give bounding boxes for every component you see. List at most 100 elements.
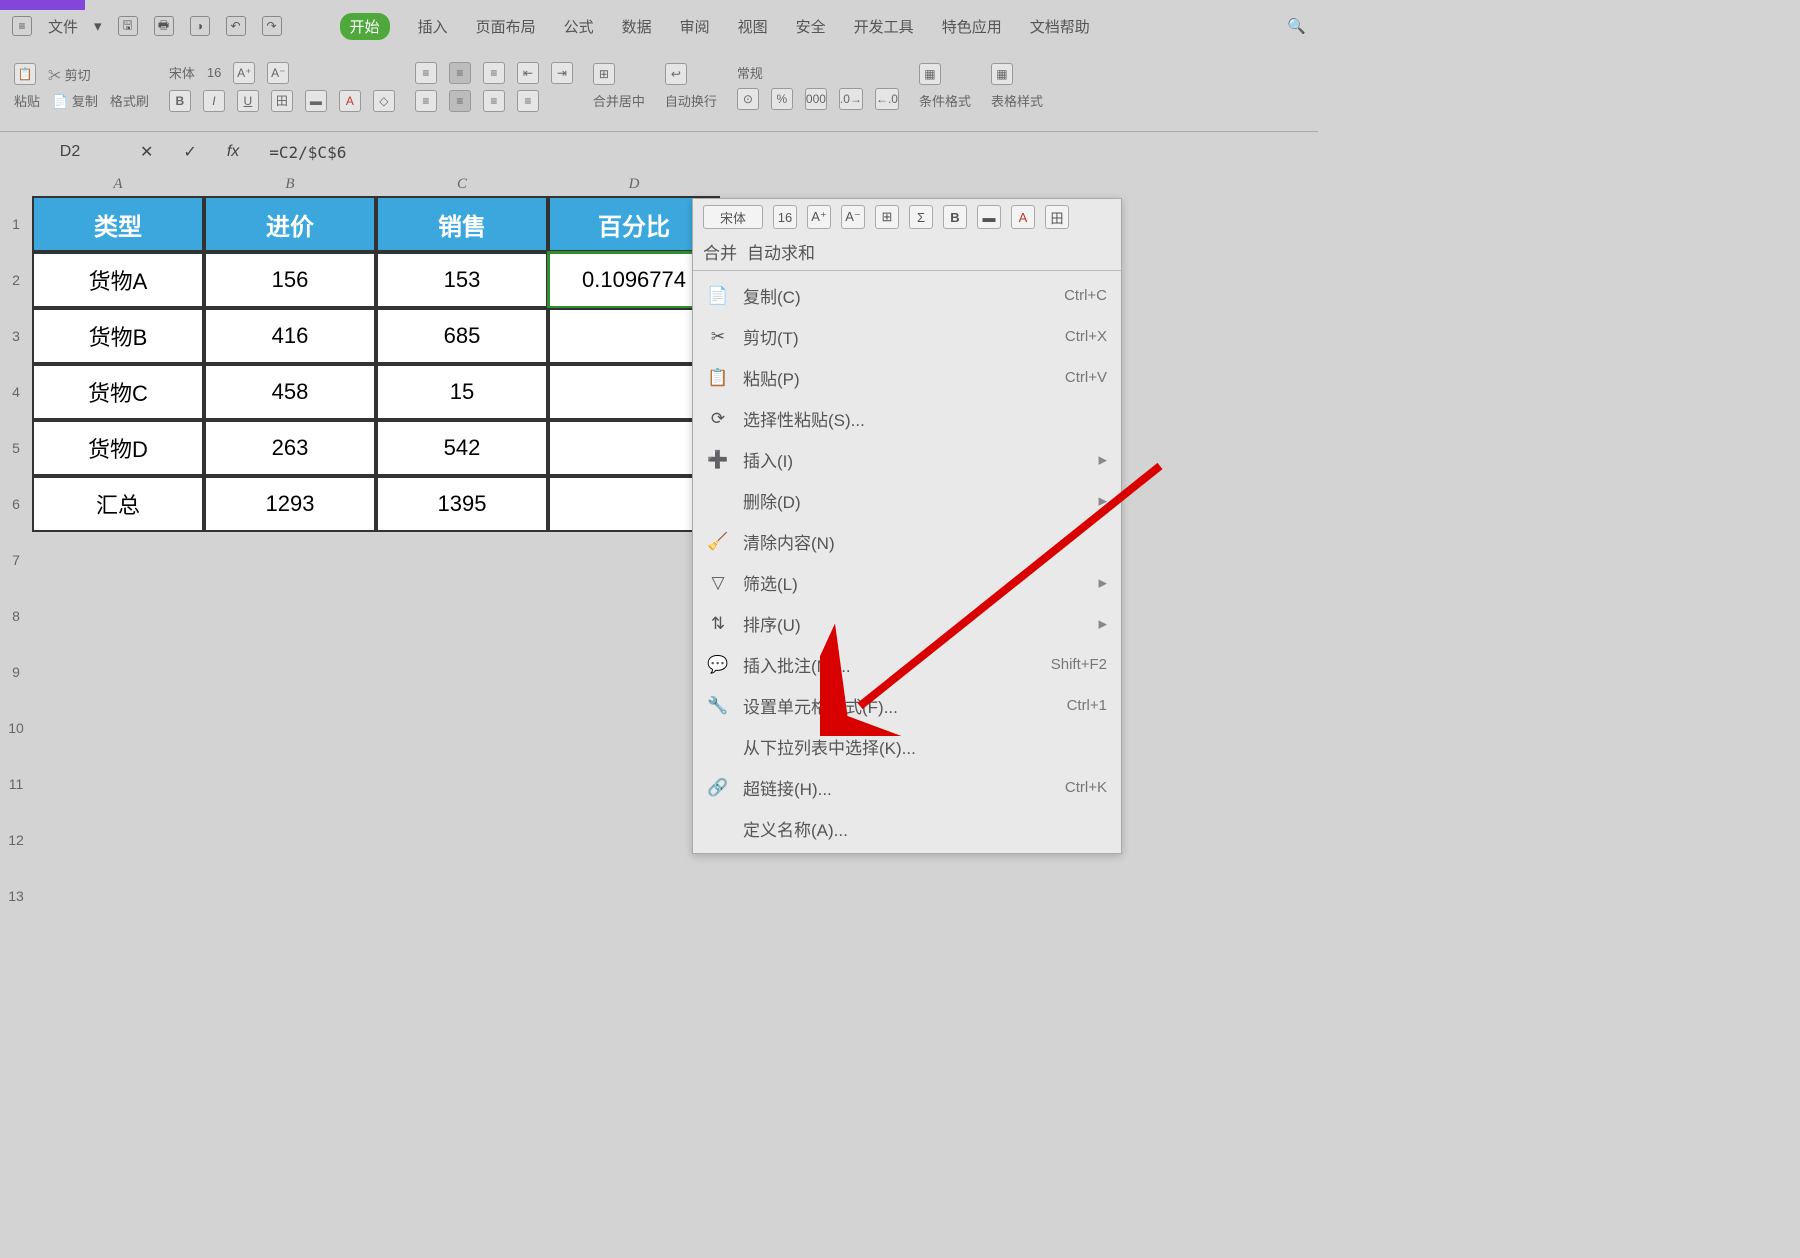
ctx-paste[interactable]: 📋粘贴(P)Ctrl+V (693, 357, 1121, 398)
row-header-8[interactable]: 8 (0, 588, 32, 644)
cell-C2[interactable]: 153 (376, 252, 548, 308)
ctx-sort[interactable]: ⇅排序(U)▸ (693, 603, 1121, 644)
align-top-icon[interactable]: ≡ (415, 62, 437, 84)
ctx-clear[interactable]: 🧹清除内容(N) (693, 521, 1121, 562)
numfmt-general[interactable]: 常规 (737, 63, 763, 82)
percent-icon[interactable]: % (771, 88, 793, 110)
cell-A4[interactable]: 货物C (32, 364, 204, 420)
ctx-filter[interactable]: ▽筛选(L)▸ (693, 562, 1121, 603)
row-header-7[interactable]: 7 (0, 532, 32, 588)
cell-B2[interactable]: 156 (204, 252, 376, 308)
mini-font-dec-icon[interactable]: A⁻ (841, 205, 865, 229)
condfmt-icon[interactable]: ▦ (919, 63, 941, 85)
merge-label[interactable]: 合并居中 (593, 91, 645, 110)
dec-dec-icon[interactable]: ←.0 (875, 88, 899, 110)
cell-C3[interactable]: 685 (376, 308, 548, 364)
row-header-12[interactable]: 12 (0, 812, 32, 868)
font-dec-icon[interactable]: A⁻ (267, 62, 289, 84)
cell-A3[interactable]: 货物B (32, 308, 204, 364)
tab-safe[interactable]: 安全 (796, 16, 826, 37)
cell-A2[interactable]: 货物A (32, 252, 204, 308)
tab-dev[interactable]: 开发工具 (854, 16, 914, 37)
qat-preview-icon[interactable]: ◑ (190, 16, 210, 36)
cell-C4[interactable]: 15 (376, 364, 548, 420)
comma-icon[interactable]: 000 (805, 88, 827, 110)
col-header-C[interactable]: C (376, 172, 548, 196)
ctx-hyperlink[interactable]: 🔗超链接(H)...Ctrl+K (693, 767, 1121, 808)
ctx-paste-special[interactable]: ⟳选择性粘贴(S)... (693, 398, 1121, 439)
mini-merge-label[interactable]: 合并 (703, 239, 737, 264)
currency-icon[interactable]: ⊙ (737, 88, 759, 110)
paste-label[interactable]: 粘贴 (14, 91, 40, 110)
ctx-cut[interactable]: ✂剪切(T)Ctrl+X (693, 316, 1121, 357)
fx-confirm-icon[interactable]: ✓ (183, 142, 196, 162)
condfmt-label[interactable]: 条件格式 (919, 91, 971, 110)
mini-fill-icon[interactable]: ▬ (977, 205, 1001, 229)
tab-insert[interactable]: 插入 (418, 16, 448, 37)
ctx-delete[interactable]: 删除(D)▸ (693, 480, 1121, 521)
row-header-3[interactable]: 3 (0, 308, 32, 364)
fx-icon[interactable]: fx (227, 143, 239, 161)
mini-font-inc-icon[interactable]: A⁺ (807, 205, 831, 229)
cell-B5[interactable]: 263 (204, 420, 376, 476)
menu-file[interactable]: 文件 (48, 16, 78, 37)
col-header-B[interactable]: B (204, 172, 376, 196)
mini-fontcolor-icon[interactable]: A (1011, 205, 1035, 229)
menu-icon[interactable]: ≡ (12, 16, 32, 36)
fill-color-button[interactable]: ▬ (305, 90, 327, 112)
row-header-6[interactable]: 6 (0, 476, 32, 532)
border-button[interactable]: 田 (271, 90, 293, 112)
wrap-icon[interactable]: ↩ (665, 63, 687, 85)
copy-label[interactable]: 📄 复制 (52, 91, 98, 110)
mini-size[interactable]: 16 (773, 205, 797, 229)
indent-inc-icon[interactable]: ⇥ (551, 62, 573, 84)
font-name[interactable]: 宋体 (169, 63, 195, 82)
cell-C6[interactable]: 1395 (376, 476, 548, 532)
qat-print-icon[interactable]: 🖶 (154, 16, 174, 36)
fx-cancel-icon[interactable]: ✕ (140, 142, 153, 162)
col-header-A[interactable]: A (32, 172, 204, 196)
merge-icon[interactable]: ⊞ (593, 63, 615, 85)
cell-A1[interactable]: 类型 (32, 196, 204, 252)
row-header-11[interactable]: 11 (0, 756, 32, 812)
indent-dec-icon[interactable]: ⇤ (517, 62, 539, 84)
tab-review[interactable]: 审阅 (680, 16, 710, 37)
qat-redo-icon[interactable]: ↷ (262, 16, 282, 36)
underline-button[interactable]: U (237, 90, 259, 112)
align-center-icon[interactable]: ≡ (449, 90, 471, 112)
wrap-label[interactable]: 自动换行 (665, 91, 717, 110)
ctx-format-cells[interactable]: 🔧设置单元格格式(F)...Ctrl+1 (693, 685, 1121, 726)
tab-formula[interactable]: 公式 (564, 16, 594, 37)
row-header-10[interactable]: 10 (0, 700, 32, 756)
cell-A6[interactable]: 汇总 (32, 476, 204, 532)
tab-help[interactable]: 文档帮助 (1030, 16, 1090, 37)
cell-B1[interactable]: 进价 (204, 196, 376, 252)
search-icon[interactable]: 🔍 (1287, 17, 1306, 35)
clear-fmt-button[interactable]: ◇ (373, 90, 395, 112)
cell-C1[interactable]: 销售 (376, 196, 548, 252)
mini-font[interactable]: 宋体 (703, 205, 763, 229)
formula-input[interactable]: =C2/$C$6 (269, 143, 346, 162)
ctx-copy[interactable]: 📄复制(C)Ctrl+C (693, 275, 1121, 316)
align-bot-icon[interactable]: ≡ (483, 62, 505, 84)
font-color-button[interactable]: A (339, 90, 361, 112)
menu-file-dropdown-icon[interactable]: ▾ (94, 17, 102, 35)
tab-start[interactable]: 开始 (340, 13, 390, 40)
align-right-icon[interactable]: ≡ (483, 90, 505, 112)
cell-C5[interactable]: 542 (376, 420, 548, 476)
qat-save-icon[interactable]: 🖫 (118, 16, 138, 36)
tab-view[interactable]: 视图 (738, 16, 768, 37)
col-header-D[interactable]: D (548, 172, 720, 196)
mini-merge-icon[interactable]: ⊞ (875, 205, 899, 229)
mini-border-icon[interactable]: 田 (1045, 205, 1069, 229)
ctx-insert[interactable]: ➕插入(I)▸ (693, 439, 1121, 480)
mini-sum-label[interactable]: 自动求和 (747, 239, 815, 264)
align-justify-icon[interactable]: ≡ (517, 90, 539, 112)
ctx-comment[interactable]: 💬插入批注(M)...Shift+F2 (693, 644, 1121, 685)
row-header-2[interactable]: 2 (0, 252, 32, 308)
font-inc-icon[interactable]: A⁺ (233, 62, 255, 84)
name-box[interactable]: D2 (30, 143, 110, 161)
tab-data[interactable]: 数据 (622, 16, 652, 37)
align-left-icon[interactable]: ≡ (415, 90, 437, 112)
qat-undo-icon[interactable]: ↶ (226, 16, 246, 36)
